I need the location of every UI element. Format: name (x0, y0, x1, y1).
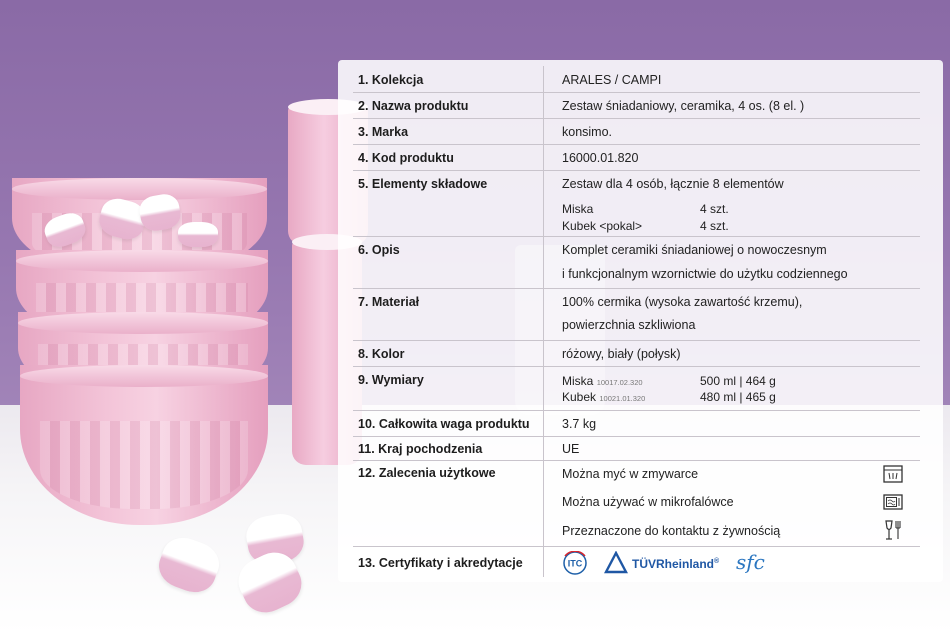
value-brand: konsimo. (562, 125, 613, 139)
usage-food-safe-text: Przeznaczone do kontaktu z żywnością (562, 524, 781, 538)
tuv-rheinland-logo-text: TÜVRheinland® (632, 557, 719, 571)
usage-dishwasher-text: Można myć w zmywarce (562, 467, 699, 481)
value-color: różowy, biały (połysk) (562, 347, 681, 361)
dimension-item-dims: 480 ml | 465 g (700, 390, 776, 404)
value-description-line2: i funkcjonalnym wzornictwie do użytku co… (562, 267, 848, 281)
row-separator (353, 118, 920, 145)
dimension-item: Kubek 10021.01.320 (562, 390, 645, 404)
label-components: 5. Elementy składowe (358, 177, 488, 191)
value-product-code: 16000.01.820 (562, 151, 639, 165)
label-total-weight: 10. Całkowita waga produktu (358, 417, 530, 431)
value-description-line1: Komplet ceramiki śniadaniowej o nowoczes… (562, 243, 827, 257)
label-brand: 3. Marka (358, 125, 409, 139)
dishwasher-icon (883, 465, 903, 483)
sfc-certificate-logo: sfc (736, 550, 765, 574)
usage-microwave-text: Można używać w mikrofalówce (562, 495, 734, 509)
label-certificates: 13. Certyfikaty i akredytacje (358, 556, 523, 570)
tuv-logo-mark: ® (714, 558, 720, 565)
label-country-of-origin: 11. Kraj pochodzenia (358, 442, 483, 456)
value-product-name: Zestaw śniadaniowy, ceramika, 4 os. (8 e… (562, 99, 805, 113)
microwave-icon (883, 494, 903, 510)
component-qty: 4 szt. (700, 219, 729, 233)
component-name: Miska (562, 202, 594, 216)
label-description: 6. Opis (358, 243, 400, 257)
dimension-item-code: 10017.02.320 (596, 378, 643, 387)
label-dimensions: 9. Wymiary (358, 373, 424, 387)
value-total-weight: 3.7 kg (562, 417, 597, 431)
tuv-triangle-icon (604, 551, 628, 574)
value-material-line1: 100% cermika (wysoka zawartość krzemu), (562, 295, 803, 309)
food-safe-icon (885, 520, 901, 540)
label-material: 7. Materiał (358, 295, 420, 309)
dimension-item-name: Kubek (562, 390, 597, 404)
dimension-item-code: 10021.01.320 (599, 394, 646, 403)
dimension-item-dims: 500 ml | 464 g (700, 374, 776, 388)
value-collection: ARALES / CAMPI (562, 73, 662, 87)
itc-certificate-logo: ITC (563, 551, 587, 575)
marshmallow (178, 222, 218, 247)
label-product-name: 2. Nazwa produktu (358, 99, 469, 113)
itc-logo-text: ITC (568, 559, 583, 569)
row-separator (353, 366, 920, 411)
component-name: Kubek <pokal> (562, 219, 643, 233)
value-country-of-origin: UE (562, 442, 580, 456)
dimension-item-name: Miska (562, 374, 594, 388)
label-collection: 1. Kolekcja (358, 73, 424, 87)
label-product-code: 4. Kod produktu (358, 151, 454, 165)
dimension-item: Miska 10017.02.320 (562, 374, 643, 388)
component-qty: 4 szt. (700, 202, 729, 216)
value-components: Zestaw dla 4 osób, łącznie 8 elementów (562, 177, 784, 191)
tuv-logo-name: TÜVRheinland (632, 557, 715, 571)
value-material-line2: powierzchnia szkliwiona (562, 318, 696, 332)
label-color: 8. Kolor (358, 347, 405, 361)
label-usage-recommendations: 12. Zalecenia użytkowe (358, 466, 496, 480)
